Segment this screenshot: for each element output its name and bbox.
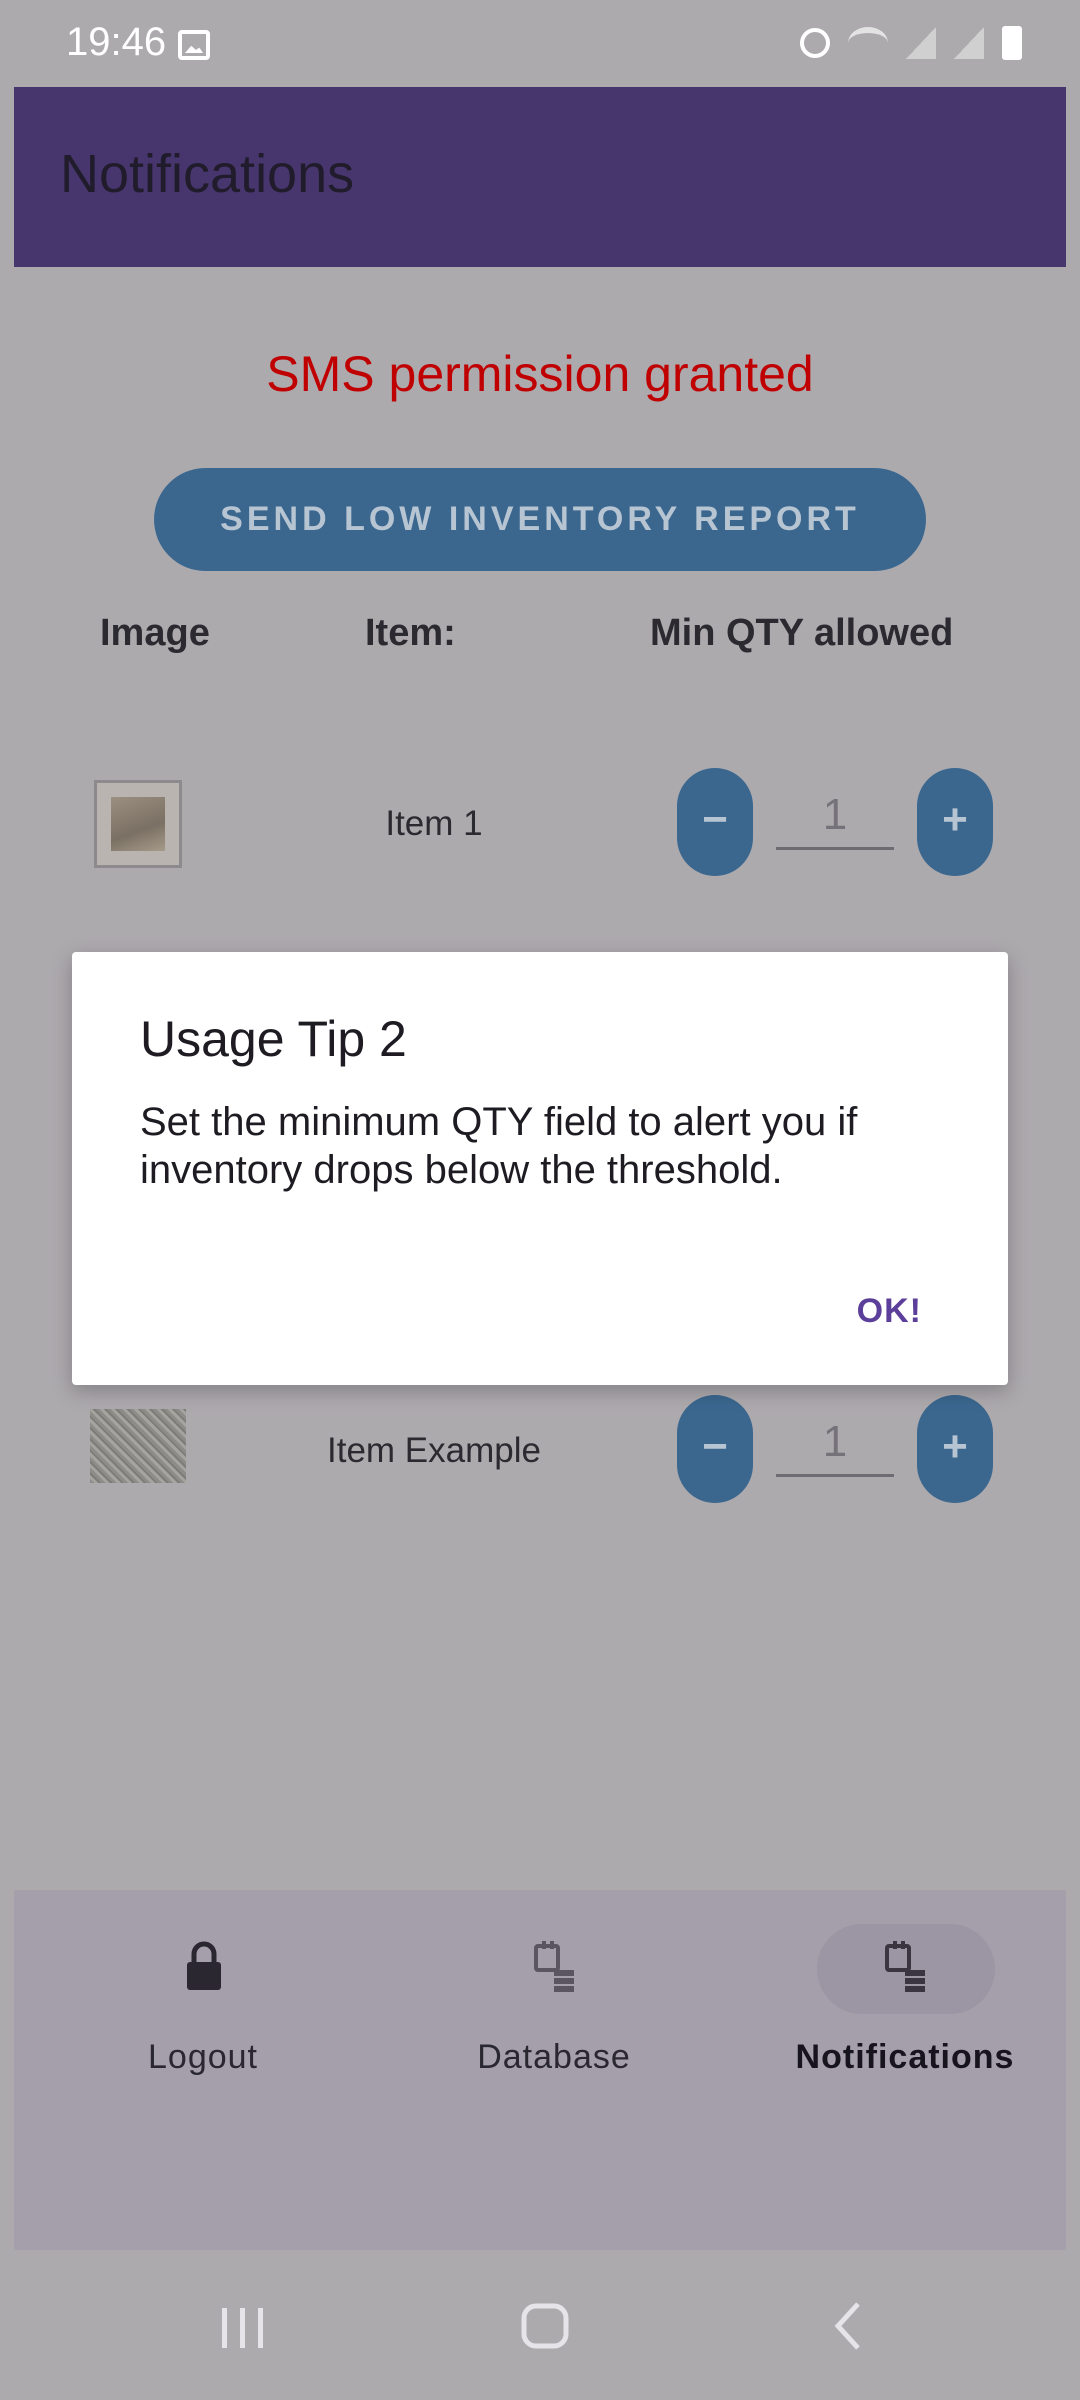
alarm-icon	[800, 28, 830, 58]
dialog-message: Set the minimum QTY field to alert you i…	[140, 1100, 858, 1192]
item-name: Item 1	[385, 804, 483, 843]
min-qty-field[interactable]: 1	[776, 1407, 894, 1477]
nav-item-database[interactable]: Database	[379, 1890, 729, 2090]
decrease-qty-button[interactable]: −	[677, 768, 753, 876]
recent-apps-icon[interactable]	[198, 2290, 288, 2360]
database-icon	[534, 1941, 574, 1992]
status-bar: 19:46	[0, 0, 1080, 88]
usage-tip-dialog: Usage Tip 2 Set the minimum QTY field to…	[72, 952, 1008, 1385]
signal-roaming-icon	[954, 27, 984, 59]
back-icon[interactable]	[803, 2290, 893, 2360]
send-low-inventory-report-button[interactable]: SEND LOW INVENTORY REPORT	[154, 468, 926, 571]
nav-item-notifications[interactable]: Notifications	[730, 1890, 1080, 2090]
column-header-min-qty: Min QTY allowed	[650, 612, 954, 654]
page-title: Notifications	[60, 144, 355, 204]
min-qty-field[interactable]: 1	[776, 780, 894, 850]
item-thumbnail	[94, 780, 182, 868]
image-notification-icon	[178, 30, 210, 60]
column-header-item: Item:	[365, 612, 456, 654]
system-navigation-bar	[0, 2250, 1080, 2400]
wifi-icon	[848, 27, 888, 59]
status-time: 19:46	[66, 20, 167, 64]
column-header-image: Image	[100, 612, 210, 654]
item-name: Item Example	[327, 1431, 541, 1470]
ok-button[interactable]: OK!	[857, 1292, 922, 1331]
nav-label: Database	[477, 2038, 631, 2076]
signal-icon	[906, 27, 936, 59]
database-icon	[885, 1941, 925, 1992]
app-bar: Notifications	[14, 87, 1066, 267]
nav-item-logout[interactable]: Logout	[28, 1890, 378, 2090]
nav-label: Notifications	[795, 2038, 1015, 2076]
decrease-qty-button[interactable]: −	[677, 1395, 753, 1503]
lock-icon	[187, 1941, 221, 1990]
increase-qty-button[interactable]: +	[917, 1395, 993, 1503]
increase-qty-button[interactable]: +	[917, 768, 993, 876]
list-item: Item Example − 1 +	[14, 1395, 1066, 1505]
battery-icon	[1002, 26, 1022, 60]
list-item: Item 1 − 1 +	[14, 768, 1066, 878]
bottom-navigation: Logout Database Notifications	[14, 1890, 1066, 2250]
dialog-title: Usage Tip 2	[140, 1011, 407, 1067]
item-thumbnail	[90, 1409, 186, 1483]
sms-permission-status: SMS permission granted	[266, 346, 814, 402]
nav-label: Logout	[148, 2038, 258, 2076]
status-icons	[800, 26, 1022, 60]
home-icon[interactable]	[500, 2290, 590, 2360]
